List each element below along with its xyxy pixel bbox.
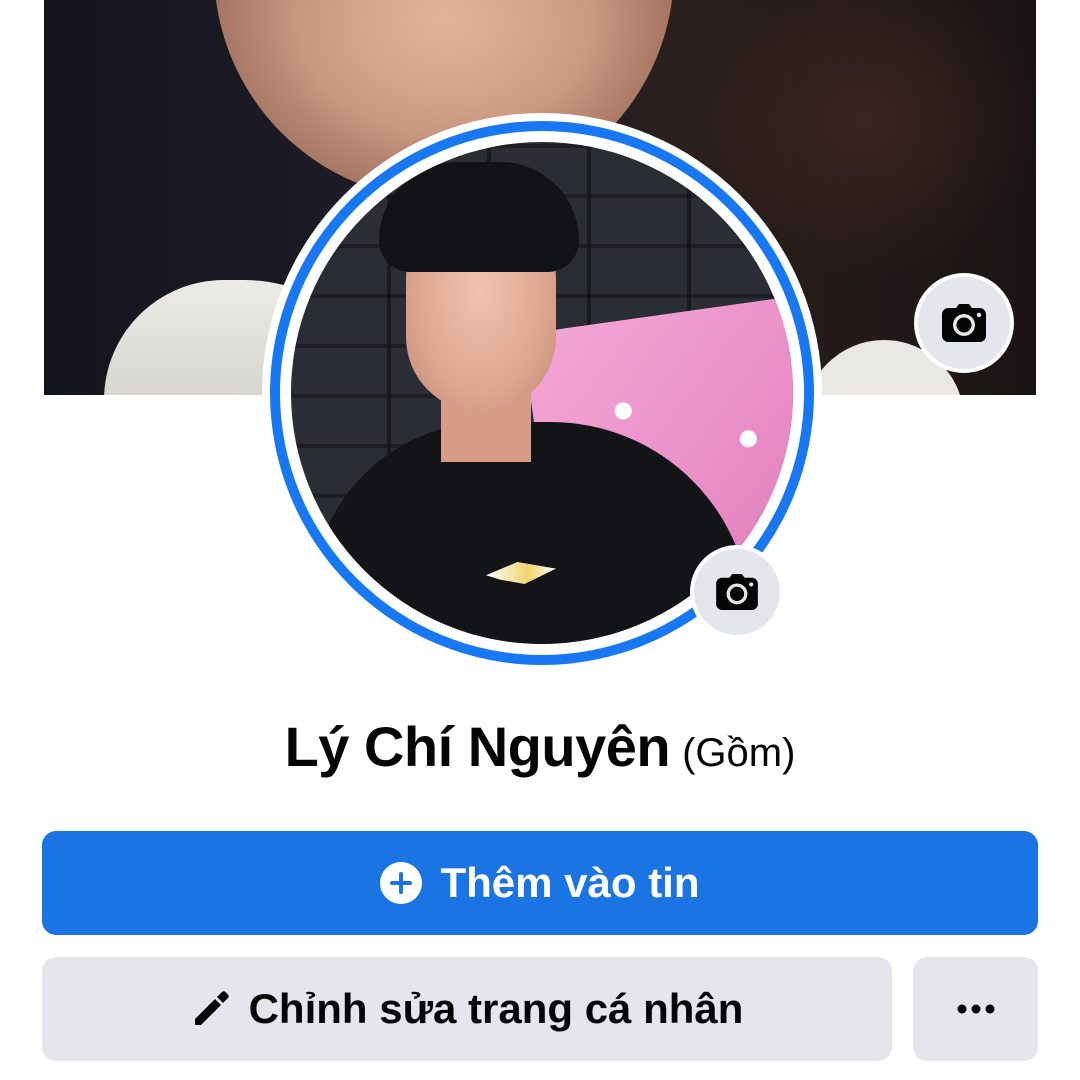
more-options-button[interactable] bbox=[913, 957, 1038, 1061]
add-to-story-label: Thêm vào tin bbox=[440, 859, 700, 906]
camera-icon bbox=[716, 574, 758, 610]
edit-profile-picture-button[interactable] bbox=[694, 549, 780, 635]
pencil-icon bbox=[191, 989, 231, 1029]
edit-cover-photo-button[interactable] bbox=[918, 277, 1010, 369]
plus-circle-icon bbox=[380, 862, 423, 904]
edit-profile-button[interactable]: Chỉnh sửa trang cá nhân bbox=[42, 957, 892, 1061]
profile-name: Lý Chí Nguyên bbox=[284, 715, 671, 778]
profile-page: Lý Chí Nguyên (Gồm) Thêm vào tin Chỉnh sử… bbox=[0, 0, 1080, 1080]
edit-profile-label: Chỉnh sửa trang cá nhân bbox=[248, 985, 744, 1032]
avatar-person-hair bbox=[379, 162, 579, 272]
profile-name-line: Lý Chí Nguyên (Gồm) bbox=[0, 714, 1080, 779]
more-horizontal-icon bbox=[957, 1004, 995, 1014]
profile-alternate-name: (Gồm) bbox=[682, 731, 796, 775]
camera-icon bbox=[942, 304, 986, 342]
add-to-story-button[interactable]: Thêm vào tin bbox=[42, 831, 1038, 935]
